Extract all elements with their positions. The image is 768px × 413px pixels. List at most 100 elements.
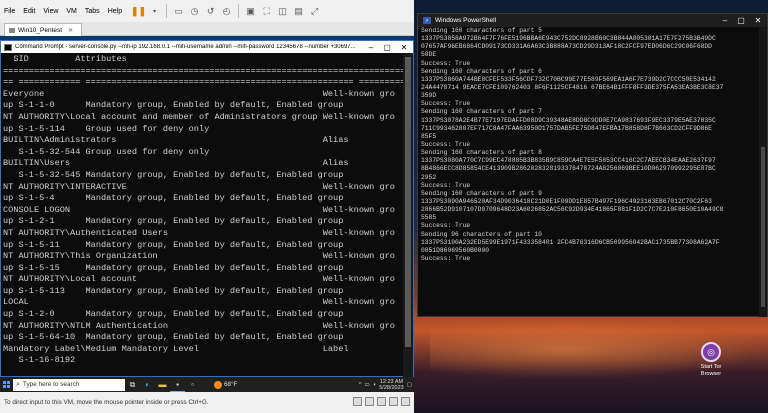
ps-scrollbar[interactable] bbox=[759, 27, 767, 317]
cmd-console[interactable]: SID Attributes ==========================… bbox=[1, 53, 405, 377]
screen-icon[interactable]: ▭ bbox=[172, 5, 185, 18]
cmd-taskbar-icon[interactable]: ▪ bbox=[170, 377, 185, 392]
tor-browser-icon: ◎ bbox=[701, 342, 721, 362]
toolbar-divider bbox=[166, 4, 168, 18]
stretch-icon[interactable]: ⤢ bbox=[308, 5, 321, 18]
chevron-up-icon[interactable]: ^ bbox=[359, 382, 362, 388]
console-line: S-1-5-32-544 Group used for deny only bbox=[3, 146, 210, 157]
vm-status-text: To direct input to this VM, move the mou… bbox=[4, 399, 209, 406]
windows-logo-icon bbox=[3, 381, 10, 388]
command-prompt-window[interactable]: Command Prompt - server-console.py --mfi… bbox=[0, 40, 414, 377]
console-line: 5585 bbox=[421, 214, 437, 222]
toolbar-divider bbox=[238, 4, 240, 18]
powershell-window[interactable]: > Windows PowerShell – ▢ ✕ Sending 160 c… bbox=[417, 13, 768, 317]
pause-icon[interactable]: ❚❚ bbox=[131, 5, 146, 18]
console-line: up S-1-5-64-10 Mandatory group, Enabled … bbox=[3, 332, 344, 343]
system-tray: ^ ▭ ◖ 12:23 AM 5/28/2023 ▢ bbox=[359, 377, 412, 392]
start-button[interactable] bbox=[0, 377, 13, 392]
search-placeholder: Type here to search bbox=[22, 381, 80, 388]
console-line: Sending 160 characters of part 7 bbox=[421, 108, 542, 116]
task-view-icon[interactable]: ⧉ bbox=[125, 377, 140, 392]
vm-tab-label: Win10_Pentest bbox=[18, 26, 63, 34]
scrollbar-thumb[interactable] bbox=[405, 57, 411, 347]
dropdown-icon[interactable]: ▾ bbox=[148, 5, 161, 18]
tab-win10-pentest[interactable]: Win10_Pentest ✕ bbox=[4, 23, 83, 36]
console-line: Success: True bbox=[421, 254, 471, 262]
menu-vm[interactable]: VM bbox=[62, 8, 81, 15]
weather-widget[interactable]: 68°F bbox=[214, 380, 238, 389]
console-line: Success: True bbox=[421, 100, 471, 108]
console-view-icon[interactable]: ▤ bbox=[292, 5, 305, 18]
vm-toolbar: ❚❚ ▾ ▭ ◷ ↺ ◴ ▣ ⛶ ◫ ▤ ⤢ bbox=[131, 4, 321, 18]
search-icon: ⌕ bbox=[16, 380, 20, 388]
taskbar-search[interactable]: ⌕ Type here to search bbox=[13, 378, 125, 391]
console-line: up S-1-5-15 Mandatory group, Enabled by … bbox=[3, 262, 344, 273]
console-line: Success: True bbox=[421, 181, 471, 189]
vm-tab-icon bbox=[9, 27, 15, 33]
console-line: up S-1-1-0 Mandatory group, Enabled by d… bbox=[3, 100, 344, 111]
console-line: Success: True bbox=[421, 59, 471, 67]
console-line: 1337PS3100A232ED5E99E1971F433358401 2FC4… bbox=[421, 238, 720, 246]
scrollbar-thumb[interactable] bbox=[761, 147, 765, 307]
ps-titlebar[interactable]: > Windows PowerShell – ▢ ✕ bbox=[418, 14, 767, 27]
menu-file[interactable]: File bbox=[0, 8, 19, 15]
network-adapter-icon[interactable] bbox=[365, 397, 374, 406]
snapshot-icon[interactable]: ◷ bbox=[188, 5, 201, 18]
console-line: Everyone Well-known gro bbox=[3, 88, 395, 99]
console-line: 1337PS3860A744BE8CFEF533F56CDF732C70BC99… bbox=[421, 75, 716, 83]
sound-icon[interactable] bbox=[389, 397, 398, 406]
console-line: Mandatory Label\Medium Mandatory Level L… bbox=[3, 343, 349, 354]
display-icon[interactable] bbox=[401, 397, 410, 406]
console-line: 1337PS3858A972B64F7F76FE5196BBA6E943C752… bbox=[421, 35, 716, 43]
console-line: Sending 96 characters of part 10 bbox=[421, 230, 542, 238]
console-line: 58DE bbox=[421, 51, 437, 59]
tor-browser-shortcut[interactable]: ◎ Start Tor Browser bbox=[695, 342, 727, 377]
unity-icon[interactable]: ◫ bbox=[276, 5, 289, 18]
console-line: 2952 bbox=[421, 173, 437, 181]
snapshot-manager-icon[interactable]: ◴ bbox=[220, 5, 233, 18]
vm-statusbar: To direct input to this VM, move the mou… bbox=[0, 392, 414, 413]
console-line: Sending 160 characters of part 9 bbox=[421, 189, 542, 197]
console-line: 0851D86069560B0000 bbox=[421, 246, 490, 254]
hdd-icon[interactable] bbox=[353, 397, 362, 406]
notification-icon[interactable]: ▢ bbox=[407, 382, 412, 388]
edge-icon[interactable]: ◐ bbox=[140, 377, 155, 392]
menu-tabs[interactable]: Tabs bbox=[81, 8, 104, 15]
console-line: Sending 160 characters of part 6 bbox=[421, 67, 542, 75]
console-line: Sending 160 characters of part 8 bbox=[421, 149, 542, 157]
menu-help[interactable]: Help bbox=[104, 8, 126, 15]
usb-icon[interactable] bbox=[377, 397, 386, 406]
clock-time: 12:23 AM bbox=[379, 378, 404, 385]
close-button[interactable]: ✕ bbox=[749, 14, 767, 26]
console-line: S-1-16-8192 bbox=[3, 355, 76, 366]
console-line: Success: True bbox=[421, 222, 471, 230]
console-line: == ============ ========================… bbox=[3, 77, 405, 88]
clock[interactable]: 12:23 AM 5/28/2023 bbox=[379, 379, 403, 391]
terminal-taskbar-icon[interactable]: ▫ bbox=[185, 377, 200, 392]
ps-console[interactable]: Sending 160 characters of part 5 1337PS38… bbox=[418, 27, 761, 317]
volume-icon[interactable]: ◖ bbox=[373, 382, 376, 388]
console-line: NT AUTHORITY\NTLM Authentication Well-kn… bbox=[3, 320, 395, 331]
console-line: NT AUTHORITY\INTERACTIVE Well-known gro bbox=[3, 181, 395, 192]
console-line: 8B4866ECC8D85854CE413909B286202832819337… bbox=[421, 165, 716, 173]
minimize-button[interactable]: – bbox=[717, 14, 733, 26]
close-icon[interactable]: ✕ bbox=[68, 27, 73, 34]
fullscreen-icon[interactable]: ⛶ bbox=[260, 5, 273, 18]
cmd-scrollbar[interactable] bbox=[403, 53, 413, 377]
console-line: up S-1-5-114 Group used for deny only bbox=[3, 123, 210, 134]
console-line: BUILTIN\Administrators Alias bbox=[3, 135, 349, 146]
menu-edit[interactable]: Edit bbox=[19, 8, 39, 15]
console-line: up S-1-2-0 Mandatory group, Enabled by d… bbox=[3, 309, 344, 320]
file-explorer-icon[interactable]: ▬ bbox=[155, 377, 170, 392]
cmd-titlebar[interactable]: Command Prompt - server-console.py --mfi… bbox=[1, 41, 413, 53]
tor-browser-label: Start Tor Browser bbox=[700, 364, 722, 377]
maximize-button[interactable]: ▢ bbox=[379, 41, 395, 53]
revert-icon[interactable]: ↺ bbox=[204, 5, 217, 18]
minimize-button[interactable]: – bbox=[363, 41, 379, 53]
network-icon[interactable]: ▭ bbox=[365, 382, 370, 388]
close-button[interactable]: ✕ bbox=[395, 41, 413, 53]
view-icon[interactable]: ▣ bbox=[244, 5, 257, 18]
menu-view[interactable]: View bbox=[39, 8, 62, 15]
console-line: 1337PS3080A770C7C99EC478885B3B835B9C859C… bbox=[421, 157, 716, 165]
maximize-button[interactable]: ▢ bbox=[733, 14, 749, 26]
